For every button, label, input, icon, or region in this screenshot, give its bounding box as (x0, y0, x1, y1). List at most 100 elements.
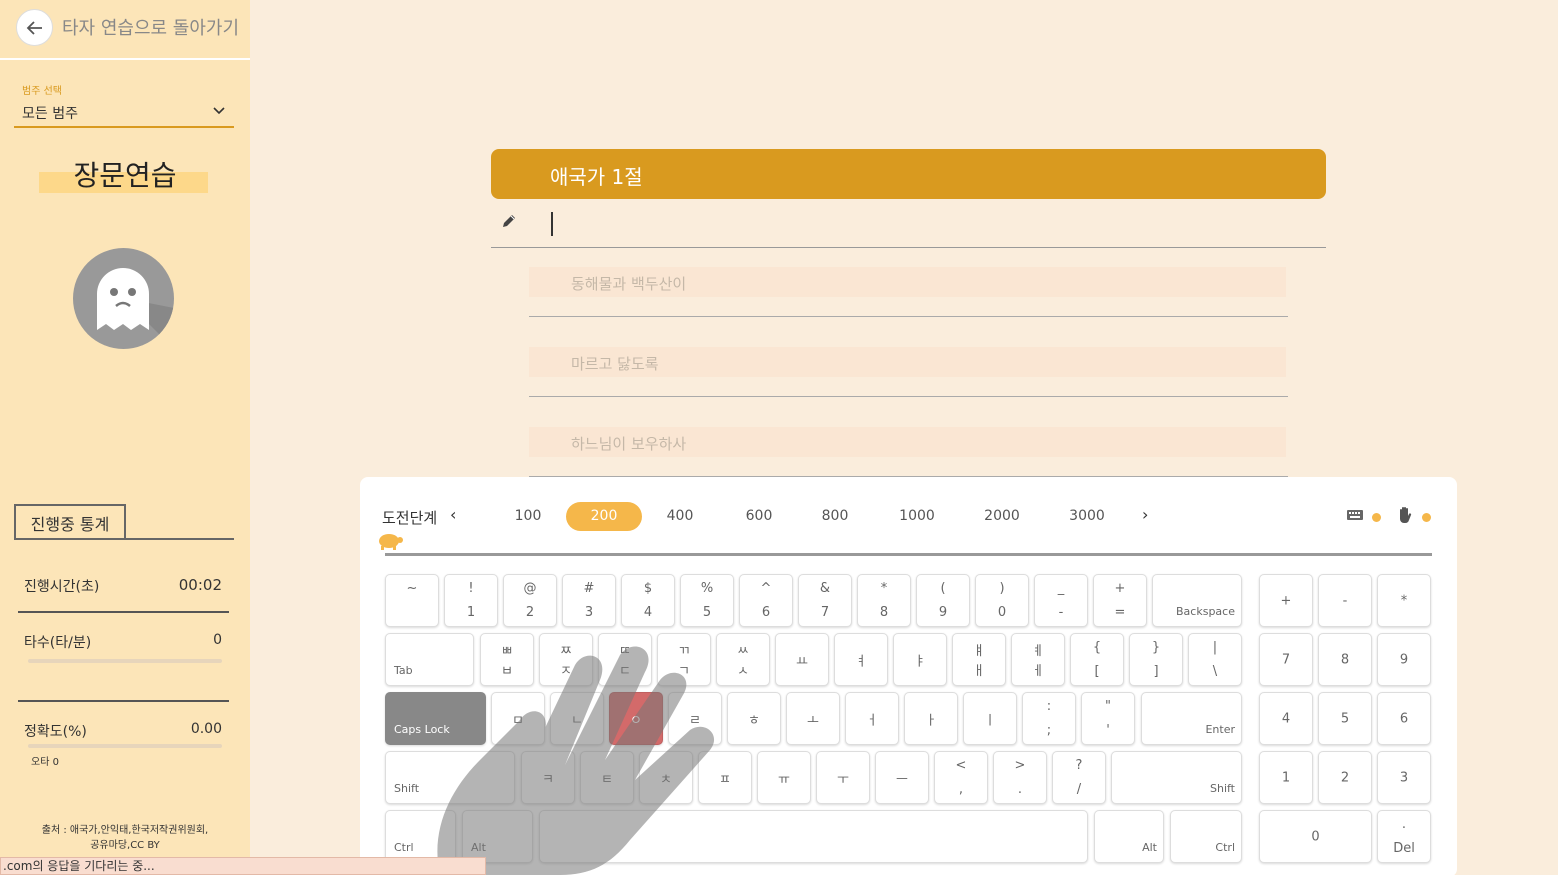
keyboard-key[interactable]: $4 (621, 574, 675, 627)
keyboard-key[interactable]: ㄸㄷ (598, 633, 652, 686)
keyboard-key[interactable]: | \ (1188, 633, 1242, 686)
keyboard-key[interactable]: <, (934, 751, 988, 804)
keyboard-key[interactable]: ㅆㅅ (716, 633, 770, 686)
key-char: 3 (584, 605, 594, 620)
keyboard-key[interactable]: >. (993, 751, 1047, 804)
keyboard-key[interactable]: ㅒㅐ (952, 633, 1006, 686)
level-prev-icon[interactable]: ‹ (450, 505, 456, 524)
key-shift-char: ? (1075, 758, 1083, 773)
hand-toggle-dot[interactable] (1422, 513, 1431, 522)
numpad-key[interactable]: 5 (1318, 692, 1372, 745)
keyboard-key[interactable]: ~ (385, 574, 439, 627)
back-button[interactable] (16, 9, 53, 46)
keyboard-key[interactable]: ) 0 (975, 574, 1029, 627)
numpad-key[interactable]: 3 (1377, 751, 1431, 804)
key-char: 9 (938, 605, 948, 620)
keyboard-key[interactable]: ㅓ (845, 692, 899, 745)
level-option[interactable]: 600 (721, 502, 797, 531)
keyboard-key[interactable]: ㅜ (816, 751, 870, 804)
space-key[interactable] (539, 810, 1088, 863)
keyboard-key[interactable]: }] (1129, 633, 1183, 686)
keyboard-key[interactable]: & 7 (798, 574, 852, 627)
level-option[interactable]: 100 (490, 502, 566, 531)
keyboard-key[interactable]: ㅃㅂ (480, 633, 534, 686)
alt-right-key[interactable]: Alt (1094, 810, 1164, 863)
keyboard-key[interactable]: ㅑ (893, 633, 947, 686)
typing-input[interactable] (491, 200, 1326, 248)
keyboard-key[interactable]: * 8 (857, 574, 911, 627)
keyboard-key[interactable]: ㅠ (757, 751, 811, 804)
tab-key[interactable]: Tab (385, 633, 474, 686)
key-char: ㄷ (619, 664, 631, 679)
keyboard-toggle-dot[interactable] (1372, 513, 1381, 522)
ctrl-right-key[interactable]: Ctrl (1170, 810, 1242, 863)
keyboard-key[interactable]: ㄹ (668, 692, 722, 745)
caps-lock-key[interactable]: Caps Lock (385, 692, 486, 745)
keyboard-key[interactable]: ㅖㅔ (1011, 633, 1065, 686)
back-row[interactable]: 타자 연습으로 돌아가기 (0, 0, 250, 60)
keyboard-icon[interactable] (1346, 508, 1364, 522)
keyboard-key[interactable]: + = (1093, 574, 1147, 627)
alt-left-key[interactable]: Alt (462, 810, 533, 863)
keyboard-key[interactable]: {[ (1070, 633, 1124, 686)
backspace-key[interactable]: Backspace (1152, 574, 1242, 627)
keyboard-key[interactable]: ㅊ (639, 751, 693, 804)
level-next-icon[interactable]: › (1142, 505, 1148, 524)
keyboard-key[interactable]: :; (1022, 692, 1076, 745)
keyboard-key[interactable]: ^ 6 (739, 574, 793, 627)
enter-key[interactable]: Enter (1141, 692, 1242, 745)
level-option[interactable]: 800 (797, 502, 873, 531)
keyboard-key[interactable]: ㅣ (963, 692, 1017, 745)
numpad-zero-key[interactable]: 0 (1259, 810, 1372, 863)
keyboard-key[interactable]: ㅍ (698, 751, 752, 804)
keyboard-key[interactable]: ㅎ (727, 692, 781, 745)
keyboard-key[interactable]: ㅕ (834, 633, 888, 686)
numpad-key[interactable]: 4 (1259, 692, 1313, 745)
level-option[interactable]: 2000 (964, 502, 1040, 531)
keyboard-key[interactable]: @2 (503, 574, 557, 627)
numpad-key[interactable]: - (1318, 574, 1372, 627)
key-shift-char: ! (468, 581, 474, 596)
keyboard-key[interactable]: ㅁ (491, 692, 545, 745)
category-select[interactable]: 모든 범주 (14, 98, 234, 128)
keyboard-key[interactable]: ㅛ (775, 633, 829, 686)
keyboard-key[interactable]: (9 (916, 574, 970, 627)
numpad-del-key[interactable]: . Del (1377, 810, 1431, 863)
keyboard-key[interactable]: ㅏ (904, 692, 958, 745)
keyboard-key[interactable]: " ' (1081, 692, 1135, 745)
level-option[interactable]: 400 (642, 502, 718, 531)
numpad-key[interactable]: 9 (1377, 633, 1431, 686)
stat-speed: 타수(타/분) 0 (24, 632, 222, 652)
keyboard-key[interactable]: _ - (1034, 574, 1088, 627)
keyboard-key[interactable]: ㄴ (550, 692, 604, 745)
keyboard-key[interactable]: ㅉㅈ (539, 633, 593, 686)
shift-left-key[interactable]: Shift (385, 751, 515, 804)
highlighted-key[interactable]: ㅇ (609, 692, 663, 745)
keyboard-key[interactable]: ㄲㄱ (657, 633, 711, 686)
ctrl-left-key[interactable]: Ctrl (385, 810, 456, 863)
numpad-key[interactable]: 8 (1318, 633, 1372, 686)
keyboard-key[interactable]: ! 1 (444, 574, 498, 627)
keyboard-key[interactable]: ㅗ (786, 692, 840, 745)
keyboard-key[interactable]: ? / (1052, 751, 1106, 804)
level-option[interactable]: 3000 (1049, 502, 1125, 531)
keyboard-key[interactable]: ㅋ (521, 751, 575, 804)
key-shift-char: ( (940, 581, 946, 596)
back-label[interactable]: 타자 연습으로 돌아가기 (62, 14, 239, 40)
numpad-key[interactable]: + (1259, 574, 1313, 627)
hand-icon[interactable] (1397, 506, 1413, 524)
keyboard-key[interactable]: % 5 (680, 574, 734, 627)
stat-accuracy-value: 0.00 (190, 721, 222, 737)
numpad-key[interactable]: 1 (1259, 751, 1313, 804)
level-option[interactable]: 1000 (879, 502, 955, 531)
keyboard-key[interactable]: #3 (562, 574, 616, 627)
numpad-key[interactable]: 2 (1318, 751, 1372, 804)
level-option-active[interactable]: 200 (566, 502, 642, 531)
text-caret (551, 212, 553, 236)
numpad-key[interactable]: 6 (1377, 692, 1431, 745)
shift-right-key[interactable]: Shift (1111, 751, 1242, 804)
keyboard-key[interactable]: ㅌ (580, 751, 634, 804)
numpad-key[interactable]: * (1377, 574, 1431, 627)
keyboard-key[interactable]: ㅡ (875, 751, 929, 804)
numpad-key[interactable]: 7 (1259, 633, 1313, 686)
